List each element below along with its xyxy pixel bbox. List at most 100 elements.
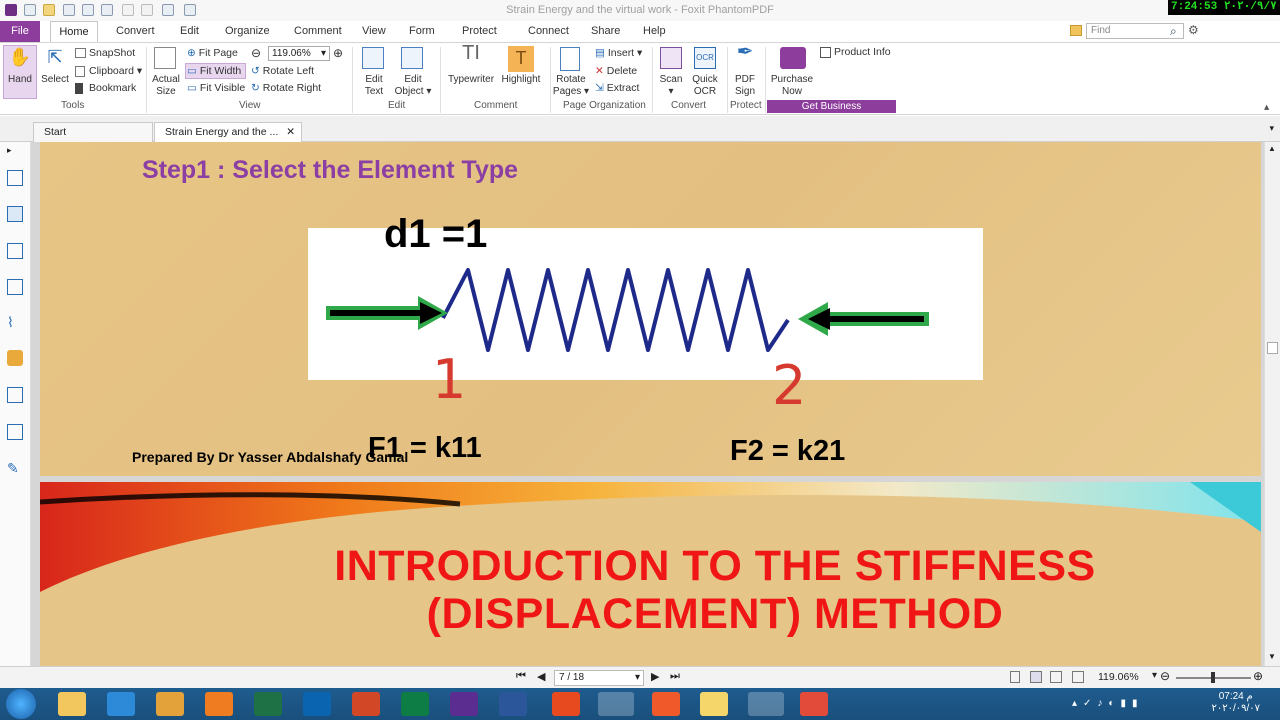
- purchase-now-button[interactable]: Purchase Now: [768, 74, 816, 98]
- taskbar-clock[interactable]: 07:24 م ٢٠٢٠/٠٩/٠٧: [1211, 691, 1260, 715]
- firefox-icon[interactable]: [205, 692, 233, 716]
- pdf-sign-button[interactable]: PDF Sign: [730, 74, 760, 98]
- gear-icon[interactable]: ⚙: [1188, 23, 1199, 37]
- menu-convert[interactable]: Convert: [116, 25, 155, 37]
- insert-button[interactable]: ▤ Insert ▾: [595, 47, 642, 59]
- system-tray-icons[interactable]: ▴✓♪◐▮▮: [1072, 698, 1222, 710]
- comments-icon[interactable]: [7, 279, 23, 295]
- snapshot-button[interactable]: SnapShot: [75, 47, 135, 59]
- document-viewer[interactable]: Step1 : Select the Element Type d1 =1 1 …: [31, 142, 1264, 666]
- media-player-icon[interactable]: [156, 692, 184, 716]
- spring-coil: [441, 268, 790, 352]
- menu-edit[interactable]: Edit: [180, 25, 199, 37]
- zoom-out-icon[interactable]: ⊖: [251, 46, 261, 60]
- rotate-pages-button[interactable]: Rotate Pages ▾: [552, 74, 590, 98]
- continuous-facing-icon[interactable]: [1072, 671, 1084, 683]
- rotate-left-button[interactable]: ↺ Rotate Left: [251, 65, 314, 77]
- scroll-up-icon[interactable]: ▲: [1268, 144, 1276, 153]
- fit-visible-button[interactable]: ▭ Fit Visible: [187, 82, 245, 94]
- collapse-ribbon-icon[interactable]: ▴: [1264, 101, 1269, 113]
- tab-start[interactable]: Start: [33, 122, 153, 142]
- single-page-icon[interactable]: [1010, 671, 1020, 683]
- status-zoom-in-icon[interactable]: ⊕: [1253, 669, 1263, 683]
- tab-list-icon[interactable]: ▾: [1269, 123, 1274, 134]
- signature-icon[interactable]: [7, 387, 23, 403]
- layers-icon[interactable]: [7, 243, 23, 259]
- camtasia-icon[interactable]: [800, 692, 828, 716]
- visio-icon[interactable]: [450, 692, 478, 716]
- extract-button[interactable]: ⇲ Extract: [595, 82, 639, 94]
- fit-page-button[interactable]: ⊕ Fit Page: [187, 47, 238, 59]
- scan-button[interactable]: Scan ▾: [656, 74, 686, 98]
- menu-form[interactable]: Form: [409, 25, 435, 37]
- tools-icon[interactable]: ✎: [7, 460, 23, 476]
- scroll-down-icon[interactable]: ▼: [1268, 652, 1276, 661]
- brave-icon[interactable]: [652, 692, 680, 716]
- zoom-dropdown-icon[interactable]: ▾: [1152, 670, 1157, 681]
- menu-comment[interactable]: Comment: [294, 25, 342, 37]
- menu-file[interactable]: File: [0, 21, 40, 42]
- status-bar: ⏮ ◀ 7 / 18 ▾ ▶ ⏭ 119.06% ▾ ⊖ ⊕: [0, 666, 1280, 688]
- internet-explorer-icon[interactable]: [107, 692, 135, 716]
- bookmark-icon: [75, 82, 83, 94]
- content-icon[interactable]: [7, 424, 23, 440]
- scroll-thumb[interactable]: [1267, 342, 1278, 354]
- office-icon[interactable]: [552, 692, 580, 716]
- page-number-input[interactable]: 7 / 18 ▾: [554, 670, 644, 686]
- fit-width-button[interactable]: ▭ Fit Width: [187, 65, 241, 77]
- first-page-icon[interactable]: ⏮: [516, 670, 526, 683]
- menu-home[interactable]: Home: [50, 21, 98, 43]
- chrome-icon[interactable]: [598, 692, 634, 716]
- quick-ocr-button[interactable]: Quick OCR: [688, 74, 722, 98]
- explorer-icon[interactable]: [58, 692, 86, 716]
- delete-button[interactable]: ✕ Delete: [595, 65, 637, 77]
- bookmarks-icon[interactable]: [7, 170, 23, 186]
- separator: [440, 47, 441, 113]
- continuous-page-icon[interactable]: [1030, 671, 1042, 683]
- menu-share[interactable]: Share: [591, 25, 620, 37]
- foxit-taskbar-icon[interactable]: [748, 692, 784, 716]
- zoom-select[interactable]: 119.06% ▾: [268, 46, 330, 61]
- highlight-button[interactable]: Highlight: [499, 74, 543, 86]
- publisher-icon[interactable]: [401, 692, 429, 716]
- clipboard-button[interactable]: Clipboard ▾: [75, 65, 142, 77]
- powerpoint-icon[interactable]: [352, 692, 380, 716]
- folder-icon[interactable]: [1070, 25, 1082, 36]
- outlook-icon[interactable]: [303, 692, 331, 716]
- typewriter-button[interactable]: Typewriter: [445, 74, 497, 86]
- tab-document[interactable]: Strain Energy and the ... ✕: [154, 122, 302, 142]
- prev-page-icon[interactable]: ◀: [537, 670, 545, 683]
- product-info-button[interactable]: Product Info: [820, 46, 891, 58]
- zoom-in-icon[interactable]: ⊕: [333, 46, 343, 60]
- status-zoom-out-icon[interactable]: ⊖: [1160, 669, 1170, 683]
- bookmark-button[interactable]: Bookmark: [75, 82, 136, 94]
- edit-text-button[interactable]: Edit Text: [357, 74, 391, 98]
- select-button[interactable]: Select: [38, 74, 72, 86]
- zoom-slider-handle[interactable]: [1211, 672, 1215, 683]
- actual-size-button[interactable]: Actual Size: [148, 74, 184, 98]
- facing-page-icon[interactable]: [1050, 671, 1062, 683]
- next-page-icon[interactable]: ▶: [651, 670, 659, 683]
- node-1-label: 1: [432, 348, 467, 411]
- pages-icon[interactable]: [7, 206, 23, 222]
- start-button[interactable]: [6, 689, 36, 719]
- lock-icon[interactable]: [7, 350, 23, 366]
- folder-taskbar-icon[interactable]: [700, 692, 728, 716]
- clipboard-icon: [75, 65, 85, 77]
- menu-help[interactable]: Help: [643, 25, 666, 37]
- close-tab-icon[interactable]: ✕: [286, 123, 295, 141]
- expand-panel-icon[interactable]: ▸: [7, 145, 23, 161]
- excel-icon[interactable]: [254, 692, 282, 716]
- status-zoom[interactable]: 119.06%: [1098, 671, 1139, 683]
- edit-object-button[interactable]: Edit Object ▾: [392, 74, 434, 98]
- attachment-icon[interactable]: ⌇: [7, 314, 23, 330]
- menu-view[interactable]: View: [362, 25, 386, 37]
- last-page-icon[interactable]: ⏭: [670, 670, 680, 683]
- menu-connect[interactable]: Connect: [528, 25, 569, 37]
- rotate-right-button[interactable]: ↻ Rotate Right: [251, 82, 321, 94]
- word-icon[interactable]: [499, 692, 527, 716]
- vertical-scrollbar[interactable]: ▲ ▼: [1264, 142, 1280, 666]
- menu-organize[interactable]: Organize: [225, 25, 270, 37]
- search-icon[interactable]: ⌕: [1170, 24, 1177, 39]
- menu-protect[interactable]: Protect: [462, 25, 497, 37]
